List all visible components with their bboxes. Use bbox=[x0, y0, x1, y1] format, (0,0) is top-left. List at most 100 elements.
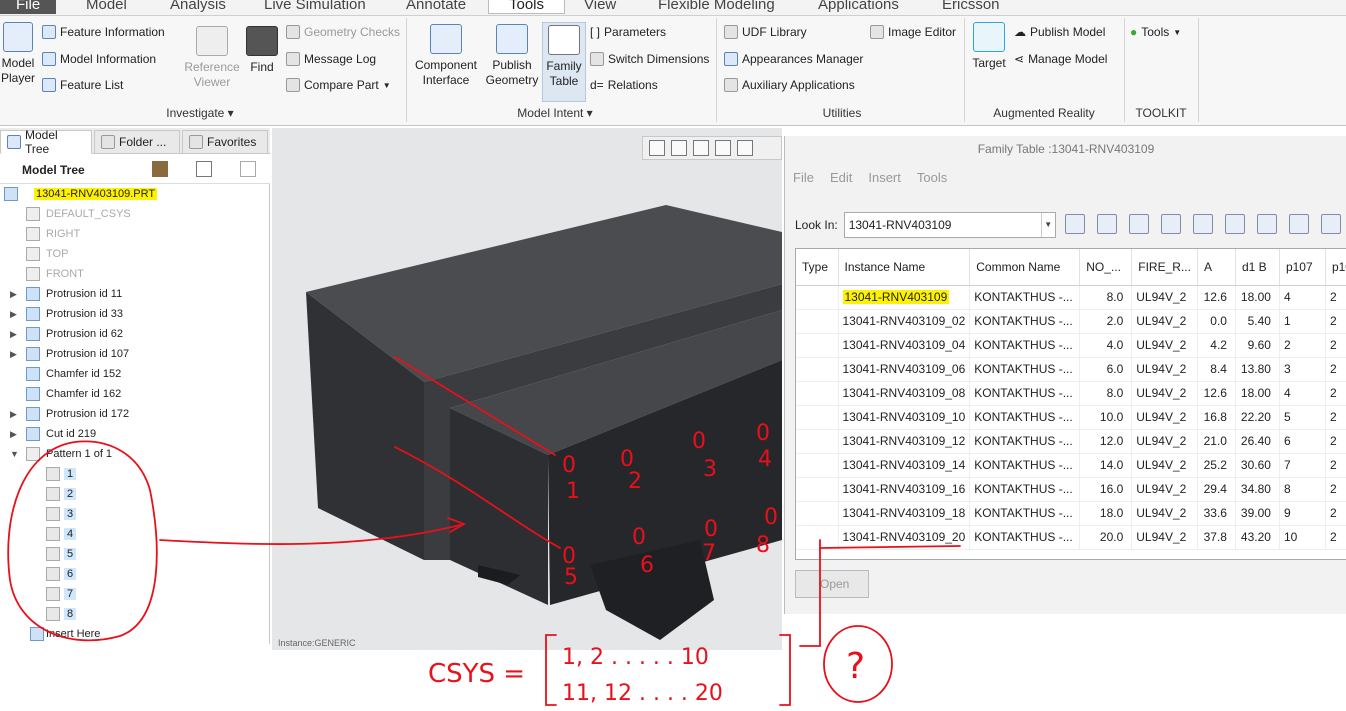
table-cell[interactable]: 16.0 bbox=[1079, 477, 1133, 502]
refit-icon[interactable] bbox=[649, 140, 665, 156]
table-cell[interactable] bbox=[796, 477, 839, 502]
table-cell[interactable]: KONTAKTHUS -... bbox=[969, 429, 1081, 454]
investigate-group-label[interactable]: Investigate ▾ bbox=[160, 106, 240, 120]
menu-tab-analysis[interactable]: Analysis bbox=[170, 0, 226, 13]
filter-icon[interactable] bbox=[240, 161, 256, 177]
table-cell[interactable]: 13041-RNV403109_18 bbox=[838, 501, 971, 526]
table-cell[interactable] bbox=[796, 405, 839, 430]
table-cell[interactable]: 26.40 bbox=[1235, 429, 1280, 454]
publish-geometry-button[interactable]: Publish Geometry bbox=[484, 24, 540, 88]
table-cell[interactable]: 1 bbox=[1279, 309, 1326, 334]
table-row[interactable]: 13041-RNV403109_12 KONTAKTHUS -... 12.0 UL9… bbox=[796, 429, 1346, 454]
menu-tab-model[interactable]: Model bbox=[86, 0, 127, 13]
table-row[interactable]: 13041-RNV403109_06 KONTAKTHUS -... 6.0 UL94… bbox=[796, 357, 1346, 382]
table-cell[interactable]: 13041-RNV403109_14 bbox=[838, 453, 971, 478]
table-cell[interactable]: UL94V_2 bbox=[1131, 525, 1198, 550]
table-cell[interactable]: 33.6 bbox=[1197, 501, 1236, 526]
table-cell[interactable]: 9 bbox=[1279, 501, 1326, 526]
table-cell[interactable]: KONTAKTHUS -... bbox=[969, 309, 1081, 334]
table-cell[interactable]: 2 bbox=[1325, 501, 1346, 526]
table-cell[interactable]: 34.80 bbox=[1235, 477, 1280, 502]
preview-icon[interactable] bbox=[1321, 214, 1341, 234]
table-cell[interactable]: 13041-RNV403109_02 bbox=[838, 309, 971, 334]
expand-icon[interactable]: ▶ bbox=[10, 309, 17, 320]
table-cell[interactable]: 13041-RNV403109_12 bbox=[838, 429, 971, 454]
pattern-instance[interactable]: 7 bbox=[0, 584, 268, 604]
table-cell[interactable]: UL94V_2 bbox=[1131, 285, 1198, 310]
table-cell[interactable] bbox=[796, 357, 839, 382]
menu-tab-tools[interactable]: Tools bbox=[488, 0, 566, 14]
tree-item[interactable]: TOP bbox=[0, 244, 268, 264]
repaint-icon[interactable] bbox=[715, 140, 731, 156]
publish-model-button[interactable]: ☁ Publish Model bbox=[1014, 25, 1105, 39]
image-editor-button[interactable]: Image Editor bbox=[870, 25, 956, 39]
table-cell[interactable]: 13041-RNV403109_08 bbox=[838, 381, 971, 406]
table-cell[interactable]: KONTAKTHUS -... bbox=[969, 453, 1081, 478]
paste-icon[interactable] bbox=[1161, 214, 1181, 234]
table-cell[interactable] bbox=[796, 453, 839, 478]
zoom-in-icon[interactable] bbox=[671, 140, 687, 156]
expand-icon[interactable]: ▶ bbox=[10, 289, 17, 300]
insert-columns-icon[interactable] bbox=[1225, 214, 1245, 234]
family-table-button[interactable]: Family Table bbox=[542, 22, 586, 102]
menu-tab-ericsson[interactable]: Ericsson bbox=[942, 0, 1000, 13]
column-header[interactable]: Instance Name bbox=[838, 249, 971, 286]
tree-item[interactable]: RIGHT bbox=[0, 224, 268, 244]
table-cell[interactable]: 2 bbox=[1325, 477, 1346, 502]
table-cell[interactable] bbox=[796, 525, 839, 550]
table-cell[interactable]: KONTAKTHUS -... bbox=[969, 381, 1081, 406]
table-cell[interactable]: 16.8 bbox=[1197, 405, 1236, 430]
table-row[interactable]: 13041-RNV403109_02 KONTAKTHUS -... 2.0 UL94… bbox=[796, 309, 1346, 334]
column-header[interactable]: NO_... bbox=[1079, 249, 1133, 286]
table-cell[interactable]: KONTAKTHUS -... bbox=[969, 333, 1081, 358]
table-cell[interactable]: 13041-RNV403109_16 bbox=[838, 477, 971, 502]
tree-item[interactable]: ▶ Protrusion id 11 bbox=[0, 284, 268, 304]
parameters-button[interactable]: [ ] Parameters bbox=[590, 25, 666, 39]
table-cell[interactable]: UL94V_2 bbox=[1131, 477, 1198, 502]
model-information-button[interactable]: Model Information bbox=[42, 52, 156, 66]
table-cell[interactable]: 18.0 bbox=[1079, 501, 1133, 526]
table-cell[interactable]: KONTAKTHUS -... bbox=[969, 285, 1081, 310]
table-cell[interactable]: KONTAKTHUS -... bbox=[969, 405, 1081, 430]
table-cell[interactable]: 37.8 bbox=[1197, 525, 1236, 550]
table-cell[interactable] bbox=[796, 381, 839, 406]
table-cell[interactable]: 13041-RNV403109_04 bbox=[838, 333, 971, 358]
table-cell[interactable]: 2 bbox=[1325, 405, 1346, 430]
table-cell[interactable]: 13041-RNV403109_20 bbox=[838, 525, 971, 550]
table-row[interactable]: 13041-RNV403109_04 KONTAKTHUS -... 4.0 UL94… bbox=[796, 333, 1346, 358]
menu-tab-applications[interactable]: Applications bbox=[818, 0, 899, 13]
collapse-icon[interactable]: ▼ bbox=[10, 449, 19, 459]
table-row[interactable]: 13041-RNV403109_10 KONTAKTHUS -... 10.0 UL9… bbox=[796, 405, 1346, 430]
column-header[interactable]: A bbox=[1197, 249, 1236, 286]
table-cell[interactable]: 4.2 bbox=[1197, 333, 1236, 358]
table-cell[interactable]: KONTAKTHUS -... bbox=[969, 477, 1081, 502]
column-header[interactable]: FIRE_R... bbox=[1131, 249, 1198, 286]
table-cell[interactable]: 30.60 bbox=[1235, 453, 1280, 478]
column-header[interactable]: d1 B bbox=[1235, 249, 1280, 286]
table-cell[interactable]: UL94V_2 bbox=[1131, 429, 1198, 454]
table-cell[interactable]: 2 bbox=[1325, 309, 1346, 334]
table-row[interactable]: 13041-RNV403109_08 KONTAKTHUS -... 8.0 UL94… bbox=[796, 381, 1346, 406]
table-cell[interactable]: 39.00 bbox=[1235, 501, 1280, 526]
tree-item[interactable]: DEFAULT_CSYS bbox=[0, 204, 268, 224]
feature-list-button[interactable]: Feature List bbox=[42, 78, 123, 92]
tree-item[interactable]: ▶ Protrusion id 62 bbox=[0, 324, 268, 344]
table-row[interactable]: 13041-RNV403109 KONTAKTHUS -... 8.0 UL94V_2… bbox=[796, 285, 1346, 310]
switch-dimensions-button[interactable]: Switch Dimensions bbox=[590, 52, 709, 66]
manage-model-button[interactable]: ⋖ Manage Model bbox=[1014, 52, 1107, 66]
table-cell[interactable] bbox=[796, 429, 839, 454]
table-cell[interactable]: UL94V_2 bbox=[1131, 381, 1198, 406]
tree-item[interactable]: ▶ Protrusion id 172 bbox=[0, 404, 268, 424]
insert-here[interactable]: Insert Here bbox=[0, 624, 268, 644]
menu-tab-flexible-modeling[interactable]: Flexible Modeling bbox=[658, 0, 775, 13]
table-cell[interactable]: 12.0 bbox=[1079, 429, 1133, 454]
tree-item[interactable]: FRONT bbox=[0, 264, 268, 284]
menu-tab-view[interactable]: View bbox=[584, 0, 616, 13]
copy-icon[interactable] bbox=[1129, 214, 1149, 234]
expand-icon[interactable]: ▶ bbox=[10, 429, 17, 440]
table-cell[interactable]: 13041-RNV403109 bbox=[838, 285, 971, 310]
pattern-instance[interactable]: 5 bbox=[0, 544, 268, 564]
table-cell[interactable]: 4 bbox=[1279, 285, 1326, 310]
table-cell[interactable]: 21.0 bbox=[1197, 429, 1236, 454]
table-cell[interactable]: UL94V_2 bbox=[1131, 453, 1198, 478]
